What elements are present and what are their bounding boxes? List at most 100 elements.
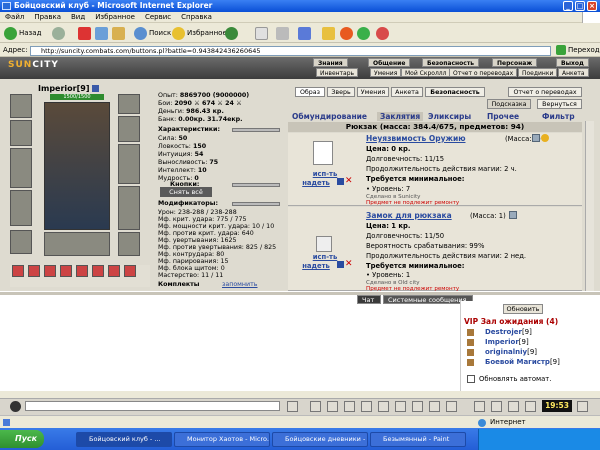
leggings-slot[interactable] <box>118 186 140 230</box>
research-button[interactable] <box>376 25 391 41</box>
use-item-link[interactable]: исп-ть <box>300 170 350 178</box>
nav-security[interactable]: Безопасность <box>422 58 480 67</box>
forward-button[interactable] <box>52 25 67 41</box>
hint-button[interactable]: Подсказка <box>487 99 531 109</box>
chat-input[interactable] <box>25 401 280 411</box>
cat-other[interactable]: Прочее <box>487 112 519 121</box>
nav-character[interactable]: Персонаж <box>492 58 538 67</box>
menu-tools[interactable]: Сервис <box>140 12 176 23</box>
section-scroll[interactable] <box>232 128 280 132</box>
list-item[interactable]: Боевой Магистр[9] <box>485 358 560 366</box>
exit-icon[interactable] <box>577 401 588 412</box>
refresh-button[interactable]: Обновить <box>503 304 543 314</box>
chat-divider[interactable] <box>0 292 600 295</box>
gloves-slot[interactable] <box>118 116 140 142</box>
return-button[interactable]: Вернуться <box>537 99 582 109</box>
delete-item-icon[interactable]: ✕ <box>345 259 353 269</box>
use-item-link[interactable]: исп-ть <box>300 253 350 261</box>
tab-transfer-report[interactable]: Отчет о переводах <box>508 87 582 97</box>
nav-skills[interactable]: Умения <box>370 68 402 77</box>
mail-button[interactable] <box>255 25 270 41</box>
quick-slot[interactable] <box>44 265 56 277</box>
task-item[interactable]: Бойцовские дневники - ... <box>272 432 368 447</box>
item-name[interactable]: Неуязвимость Оружию <box>366 134 466 143</box>
friends-icon[interactable] <box>429 401 440 412</box>
go-button[interactable]: Переход <box>568 46 600 54</box>
maximize-button[interactable]: □ <box>575 1 585 11</box>
quick-slot[interactable] <box>12 265 24 277</box>
delete-item-icon[interactable]: ✕ <box>345 176 353 186</box>
rings-slot[interactable] <box>44 232 110 256</box>
nav-communication[interactable]: Общение <box>368 58 411 67</box>
task-item[interactable]: Монитор Хаотов - Micro... <box>174 432 270 447</box>
section-scroll[interactable] <box>232 183 280 187</box>
sets-header[interactable]: Комплекты <box>158 281 199 288</box>
bag-icon[interactable] <box>337 261 344 268</box>
address-input[interactable]: http://suncity.combats.com/buttons.pl?ba… <box>30 46 551 56</box>
shield-slot[interactable] <box>118 144 140 184</box>
menu-help[interactable]: Справка <box>176 12 217 23</box>
tab-pet[interactable]: Зверь <box>327 87 355 97</box>
filter-icon[interactable] <box>361 401 372 412</box>
close-button[interactable]: × <box>587 1 597 11</box>
tab-chat[interactable]: Чат <box>357 295 381 304</box>
back-button[interactable]: Назад <box>4 25 41 41</box>
belt-slot[interactable] <box>10 230 32 254</box>
settings-icon[interactable] <box>446 401 457 412</box>
quick-slot[interactable] <box>76 265 88 277</box>
history-button[interactable] <box>225 25 240 41</box>
nav-my-scroll[interactable]: Мой Скроллл <box>401 68 451 77</box>
necklace-slot[interactable] <box>10 120 32 146</box>
armor-slot[interactable] <box>10 190 32 226</box>
list-item[interactable]: originalniy[9] <box>485 348 537 356</box>
quest-icon[interactable] <box>491 401 502 412</box>
menu-file[interactable]: Файл <box>0 12 29 23</box>
mail-icon[interactable] <box>474 401 485 412</box>
quick-slot[interactable] <box>92 265 104 277</box>
refresh-button[interactable] <box>95 25 110 41</box>
boots-slot[interactable] <box>118 232 140 256</box>
nav-profile[interactable]: Анкета <box>558 68 589 77</box>
cat-filter[interactable]: Фильтр <box>542 112 575 121</box>
cat-equipment[interactable]: Обмундирование <box>292 112 367 121</box>
info-icon[interactable] <box>412 401 423 412</box>
item-name[interactable]: Замок для рюкзака <box>366 211 452 220</box>
folder-button[interactable] <box>322 25 337 41</box>
tab-security[interactable]: Безопасность <box>425 87 485 97</box>
section-scroll[interactable] <box>232 202 280 206</box>
home-button[interactable] <box>112 25 127 41</box>
nav-knowledge[interactable]: Знания <box>313 58 348 67</box>
at-button[interactable] <box>340 25 355 41</box>
edit-button[interactable] <box>298 25 313 41</box>
auto-refresh-checkbox[interactable] <box>467 375 475 383</box>
weapon-slot[interactable] <box>10 148 32 188</box>
remember-set-link[interactable]: запомнить <box>222 281 258 288</box>
quick-slot[interactable] <box>60 265 72 277</box>
modifiers-header[interactable]: Модификаторы: <box>158 200 218 207</box>
stop-button[interactable] <box>78 25 93 41</box>
remove-all-button[interactable]: Снять всё <box>160 187 212 197</box>
clear-icon[interactable] <box>310 401 321 412</box>
help-icon[interactable] <box>525 401 536 412</box>
tab-profile[interactable]: Анкета <box>391 87 423 97</box>
info-icon[interactable] <box>92 85 100 92</box>
send-icon[interactable] <box>287 401 298 412</box>
nav-inventory[interactable]: Инвентарь <box>316 68 359 77</box>
tab-image[interactable]: Образ <box>295 87 325 97</box>
favorites-button[interactable]: Избранное <box>172 25 227 41</box>
list-item[interactable]: Destrojer[9] <box>485 328 532 336</box>
wear-item-link[interactable]: надеть <box>296 179 336 187</box>
nav-fights[interactable]: Поединки <box>518 68 558 77</box>
translit-icon[interactable] <box>344 401 355 412</box>
messenger-button[interactable] <box>357 25 372 41</box>
character-name[interactable]: Imperior <box>38 84 77 93</box>
menu-favorites[interactable]: Избранное <box>90 12 140 23</box>
list-item[interactable]: Imperior[9] <box>485 338 529 346</box>
quick-slot[interactable] <box>108 265 120 277</box>
bag-icon[interactable] <box>337 178 344 185</box>
minimize-button[interactable]: _ <box>563 1 573 11</box>
go-arrow-icon[interactable] <box>556 45 566 55</box>
search-button[interactable]: Поиск <box>134 25 171 41</box>
quick-slot[interactable] <box>124 265 136 277</box>
inventory-scrollbar[interactable] <box>585 121 594 291</box>
